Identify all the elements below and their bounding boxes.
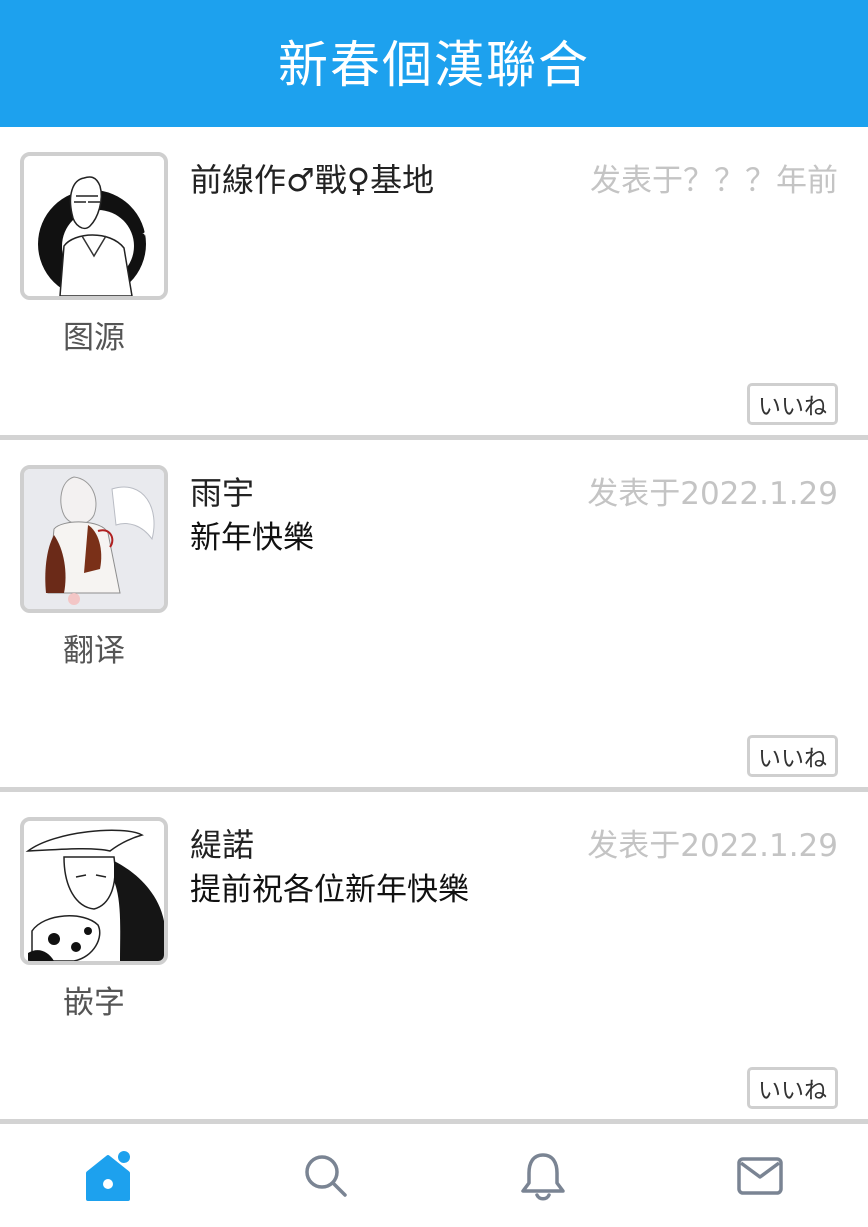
post-item: ✦✦✦ 图源 前線作♂戰♀基地 发表于？？？年前 いいね [0, 127, 868, 440]
mail-icon [736, 1156, 783, 1195]
tab-messages[interactable] [651, 1124, 868, 1227]
svg-text:✦✦✦: ✦✦✦ [142, 230, 160, 238]
app-header: 新春個漢聯合 [0, 0, 868, 127]
tab-notifications[interactable] [434, 1124, 651, 1227]
avatar[interactable]: ✦✦✦ [20, 152, 168, 300]
post-item: 翻译 雨宇 新年快樂 发表于2022.1.29 いいね [0, 440, 868, 792]
poster-name[interactable]: 前線作♂戰♀基地 [190, 155, 434, 201]
post-message: 新年快樂 [190, 520, 314, 556]
like-button[interactable]: いいね [747, 735, 838, 777]
cowboy-hat-man-avatar-icon [24, 821, 164, 961]
like-button[interactable]: いいね [747, 1067, 838, 1109]
tab-search[interactable] [217, 1124, 434, 1227]
role-label: 图源 [63, 320, 125, 356]
avatar[interactable] [20, 465, 168, 613]
angel-girl-avatar-icon [24, 469, 164, 609]
bell-icon [520, 1152, 565, 1200]
bottom-tab-bar [0, 1124, 868, 1227]
poster-name[interactable]: 緹諾 [190, 820, 254, 866]
search-icon [304, 1154, 347, 1197]
like-button[interactable]: いいね [747, 383, 838, 425]
avatar[interactable] [20, 817, 168, 965]
manga-sketch-avatar-icon: ✦✦✦ [24, 156, 164, 296]
tab-home[interactable] [0, 1124, 217, 1227]
post-time: 发表于2022.1.29 [587, 476, 838, 512]
post-time: 发表于2022.1.29 [587, 828, 838, 864]
post-message: 提前祝各位新年快樂 [190, 872, 469, 908]
post-time: 发表于？？？年前 [590, 163, 838, 199]
post-item: 嵌字 緹諾 提前祝各位新年快樂 发表于2022.1.29 いいね [0, 792, 868, 1124]
home-icon [85, 1150, 130, 1201]
role-label: 翻译 [63, 633, 125, 669]
poster-name[interactable]: 雨宇 [190, 468, 254, 514]
post-feed: ✦✦✦ 图源 前線作♂戰♀基地 发表于？？？年前 いいね 翻译 雨宇 新年快樂 … [0, 127, 868, 1124]
role-label: 嵌字 [63, 985, 125, 1021]
page-title: 新春個漢聯合 [278, 35, 590, 94]
